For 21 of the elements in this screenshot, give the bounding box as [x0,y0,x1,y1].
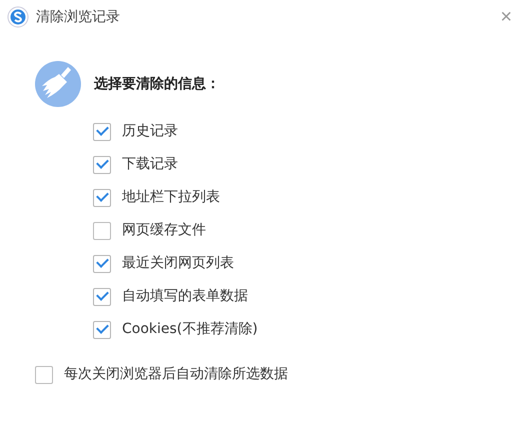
checkbox[interactable] [93,122,111,140]
section-heading: 选择要清除的信息： [94,75,220,93]
app-logo-icon [7,6,29,28]
option-label: Cookies(不推荐清除) [122,320,258,339]
close-button[interactable]: × [494,7,518,27]
option-label: 自动填写的表单数据 [122,287,248,306]
checkbox[interactable] [93,254,111,272]
checkbox[interactable] [35,366,53,384]
window-title: 清除浏览记录 [36,8,120,26]
checkbox[interactable] [93,188,111,206]
option-label: 网页缓存文件 [122,221,206,240]
checkbox[interactable] [93,320,111,338]
checkbox[interactable] [93,222,111,240]
option-label: 下载记录 [122,155,178,174]
option-label: 每次关闭浏览器后自动清除所选数据 [64,365,288,384]
option-label: 历史记录 [122,122,178,141]
checkbox[interactable] [93,156,111,174]
option-label: 地址栏下拉列表 [122,188,220,207]
option-label: 最近关闭网页列表 [122,254,234,273]
checkbox[interactable] [93,288,111,306]
broom-icon [35,61,81,107]
